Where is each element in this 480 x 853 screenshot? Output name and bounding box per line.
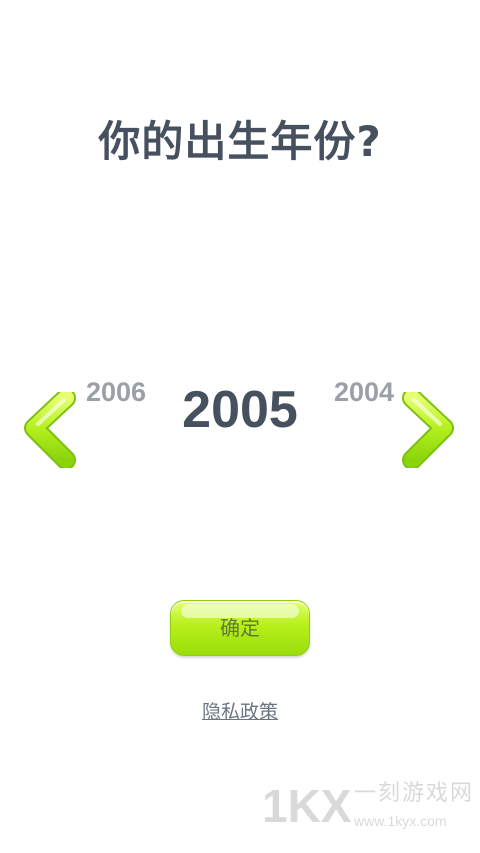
next-year-button[interactable] <box>400 392 456 468</box>
privacy-policy-link[interactable]: 隐私政策 <box>0 698 480 726</box>
previous-year-label[interactable]: 2006 <box>86 372 146 412</box>
chevron-left-icon <box>24 392 76 468</box>
site-watermark: 1KX 一刻游戏网 www.1kyx.com <box>262 778 480 838</box>
confirm-button-label: 确定 <box>220 616 260 640</box>
confirm-button[interactable]: 确定 <box>170 600 310 656</box>
watermark-logo: 1KX <box>262 780 352 832</box>
selected-year: 2005 <box>182 381 298 439</box>
next-year-label[interactable]: 2004 <box>334 372 394 412</box>
watermark-url: www.1kyx.com <box>354 813 447 829</box>
watermark-text: 一刻游戏网 <box>354 781 475 806</box>
birth-year-screen: 你的出生年份? 2006 2005 2004 确定 隐私政策 1KX 一刻游戏网… <box>0 0 480 853</box>
previous-year-button[interactable] <box>22 392 78 468</box>
chevron-right-icon <box>402 392 454 468</box>
page-title: 你的出生年份? <box>98 117 382 166</box>
